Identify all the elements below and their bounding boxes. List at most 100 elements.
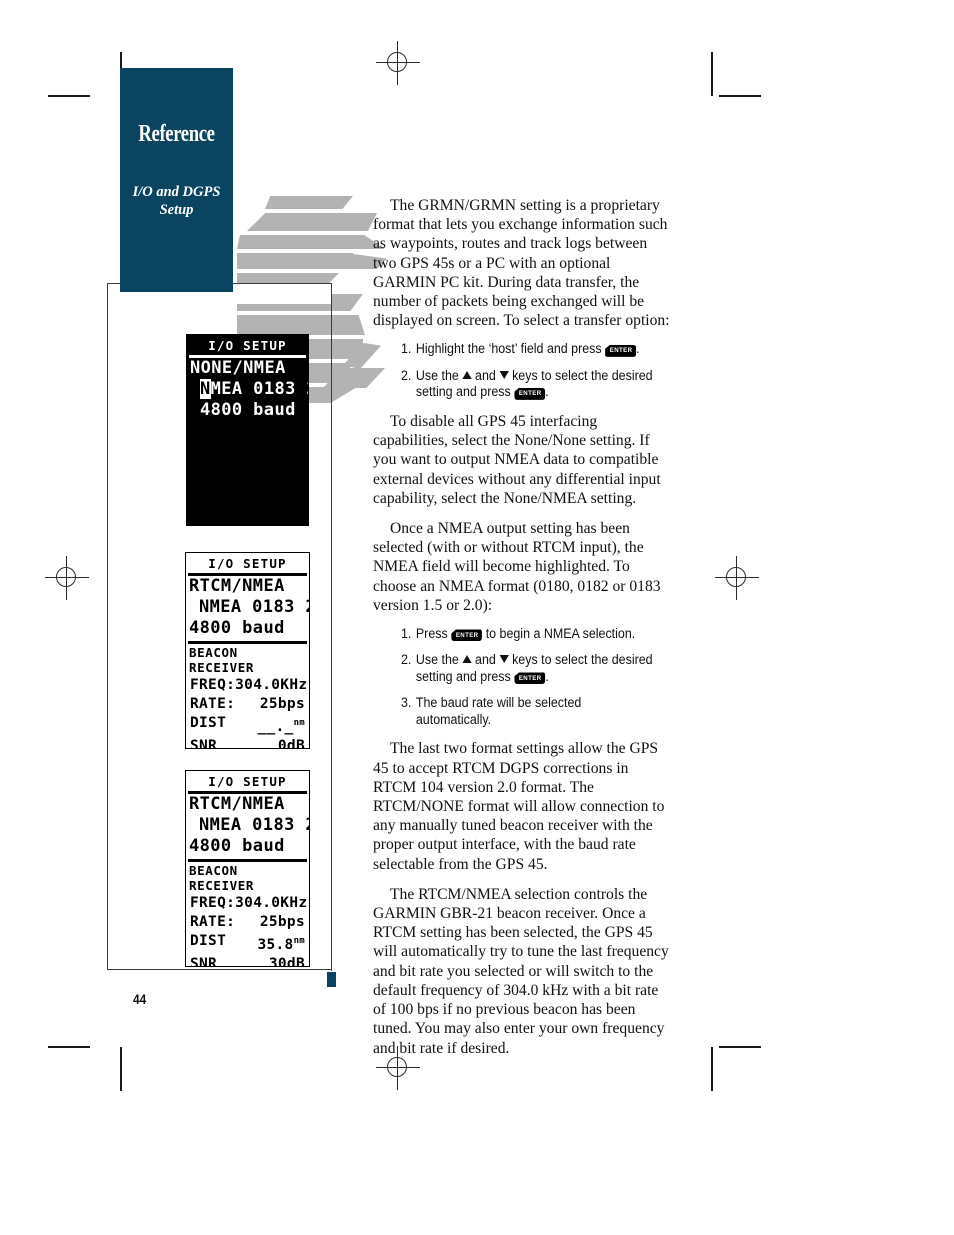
- step-number: 1.: [401, 625, 412, 641]
- crop-mark-bottom-right-horizontal: [719, 1046, 761, 1048]
- rate-value: 25bps: [259, 696, 305, 712]
- step-number: 2.: [401, 652, 412, 668]
- beacon-frequency-row[interactable]: FREQ: 304.0KHz: [186, 676, 309, 695]
- distance-value: 35.8nm: [257, 936, 305, 953]
- page-title: Reference: [138, 121, 215, 147]
- distance-label: DIST: [190, 715, 227, 731]
- enter-key-icon: ENTER: [605, 344, 637, 357]
- step-text-end: .: [545, 668, 549, 684]
- sidebar: Reference I/O and DGPS Setup I/O SETUP NO…: [107, 68, 387, 988]
- frequency-label: FREQ:: [190, 895, 236, 911]
- step-number: 2.: [401, 367, 412, 383]
- arrow-down-icon: [499, 370, 509, 379]
- paragraph-grmn-format: The GRMN/GRMN setting is a proprietary f…: [373, 197, 670, 330]
- enter-key-icon: ENTER: [514, 387, 546, 400]
- snr-value: 30dB: [268, 955, 305, 967]
- step-item: 3. The baud rate will be selected automa…: [401, 695, 653, 728]
- step-text: Press: [415, 625, 448, 641]
- beacon-receiver-header: BEACON RECEIVER: [189, 645, 255, 675]
- distance-value: __._nm: [257, 718, 305, 735]
- beacon-distance-row: DIST __._nm: [186, 714, 309, 737]
- nmea-field-rest: MEA 0183 2.0: [210, 379, 308, 399]
- beacon-receiver-header: BEACON RECEIVER: [189, 863, 255, 893]
- beacon-snr-row: SNR 0dB: [186, 737, 309, 749]
- host-field-value[interactable]: NONE/NMEA: [187, 358, 308, 379]
- baud-field-value[interactable]: 4800 baud: [187, 400, 308, 421]
- enter-key-icon: ENTER: [514, 672, 546, 685]
- rtcm-nmea-receiving-screen: I/O SETUP RTCM/NMEA NMEA 0183 2.0 4800 b…: [185, 770, 310, 967]
- transfer-option-steps: 1. Highlight the ‘host’ field and press …: [373, 341, 672, 401]
- beacon-snr-row: SNR 30dB: [186, 955, 309, 967]
- step-text-end: .: [545, 384, 549, 400]
- lcd-title: I/O SETUP: [208, 556, 287, 571]
- baud-field-value[interactable]: 4800 baud: [186, 836, 309, 857]
- step-text-end: to begin a NMEA selection.: [485, 625, 636, 641]
- manual-page: Reference I/O and DGPS Setup I/O SETUP NO…: [0, 0, 954, 1235]
- lcd-section-rule: [188, 859, 307, 862]
- rate-value: 25bps: [259, 914, 305, 930]
- page-number: 44: [133, 992, 147, 1007]
- step-text-end: .: [636, 341, 640, 357]
- column-end-marker: [327, 972, 336, 987]
- registration-mark-left: [45, 556, 89, 600]
- section-banner: Reference I/O and DGPS Setup: [120, 68, 233, 292]
- arrow-down-icon: [499, 655, 509, 664]
- section-subtitle: I/O and DGPS Setup: [132, 184, 221, 218]
- nmea-selection-steps: 1. Press ENTER to begin a NMEA selection…: [373, 626, 672, 729]
- host-field-value[interactable]: RTCM/NMEA: [186, 794, 309, 815]
- frequency-value: 304.0KHz: [235, 677, 308, 693]
- crop-mark-bottom-right-vertical: [711, 1047, 713, 1091]
- crop-mark-bottom-left-vertical: [120, 1047, 122, 1091]
- paragraph-rtcm-formats: The last two format settings allow the G…: [373, 740, 665, 873]
- distance-label: DIST: [190, 933, 227, 949]
- none-nmea-screen: I/O SETUP NONE/NMEA NMEA 0183 2.0 4800 b…: [186, 334, 309, 526]
- paragraph-disable-interfacing: To disable all GPS 45 interfacing capabi…: [373, 412, 661, 507]
- nmea-field-highlight: N: [200, 379, 211, 399]
- lcd-section-rule: [188, 641, 307, 644]
- paragraph-nmea-output: Once a NMEA output setting has been sele…: [373, 519, 661, 614]
- snr-value: 0dB: [277, 737, 305, 749]
- crop-mark-top-left-horizontal: [48, 95, 90, 97]
- nmea-field-value[interactable]: NMEA 0183 2.0: [187, 379, 308, 400]
- step-text-conj: and: [475, 652, 496, 668]
- step-item: 2. Use the and keys to select the desire…: [401, 368, 653, 401]
- arrow-up-icon: [462, 370, 472, 379]
- snr-label: SNR: [190, 737, 218, 749]
- step-item: 2. Use the and keys to select the desire…: [401, 652, 653, 685]
- crop-mark-bottom-left-horizontal: [48, 1046, 90, 1048]
- step-item: 1. Highlight the ‘host’ field and press …: [401, 341, 653, 358]
- enter-key-icon: ENTER: [451, 629, 483, 642]
- beacon-rate-row[interactable]: RATE: 25bps: [186, 695, 309, 714]
- rtcm-nmea-tuning-screen: I/O SETUP RTCM/NMEA NMEA 0183 2.0 4800 b…: [185, 552, 310, 749]
- body-column: The GRMN/GRMN setting is a proprietary f…: [373, 196, 672, 1069]
- nmea-field-value[interactable]: NMEA 0183 2.0: [186, 815, 309, 836]
- step-text-conj: and: [475, 367, 496, 383]
- beacon-frequency-row[interactable]: FREQ: 304.0KHz: [186, 894, 309, 913]
- rate-label: RATE:: [190, 696, 236, 712]
- snr-label: SNR: [190, 955, 218, 967]
- beacon-rate-row[interactable]: RATE: 25bps: [186, 913, 309, 932]
- step-number: 3.: [401, 695, 412, 711]
- lcd-title: I/O SETUP: [187, 335, 308, 355]
- step-number: 1.: [401, 341, 412, 357]
- paragraph-gbr21-beacon: The RTCM/NMEA selection controls the GAR…: [373, 885, 669, 1057]
- rate-label: RATE:: [190, 914, 236, 930]
- crop-mark-top-right-horizontal: [719, 95, 761, 97]
- frequency-label: FREQ:: [190, 677, 236, 693]
- registration-mark-right: [715, 556, 759, 600]
- frequency-value: 304.0KHz: [235, 895, 308, 911]
- step-text: Use the: [415, 367, 459, 383]
- arrow-up-icon: [462, 655, 472, 664]
- nmea-field-value[interactable]: NMEA 0183 2.0: [186, 597, 309, 618]
- distance-unit: nm: [293, 718, 305, 728]
- step-text: The baud rate will be selected automatic…: [415, 695, 582, 727]
- baud-field-value[interactable]: 4800 baud: [186, 618, 309, 639]
- step-text: Use the: [415, 652, 459, 668]
- registration-mark-top: [376, 41, 420, 85]
- beacon-distance-row: DIST 35.8nm: [186, 932, 309, 955]
- step-item: 1. Press ENTER to begin a NMEA selection…: [401, 626, 653, 643]
- host-field-value[interactable]: RTCM/NMEA: [186, 576, 309, 597]
- lcd-title: I/O SETUP: [208, 774, 287, 789]
- crop-mark-top-right-vertical: [711, 52, 713, 96]
- distance-unit: nm: [293, 936, 305, 946]
